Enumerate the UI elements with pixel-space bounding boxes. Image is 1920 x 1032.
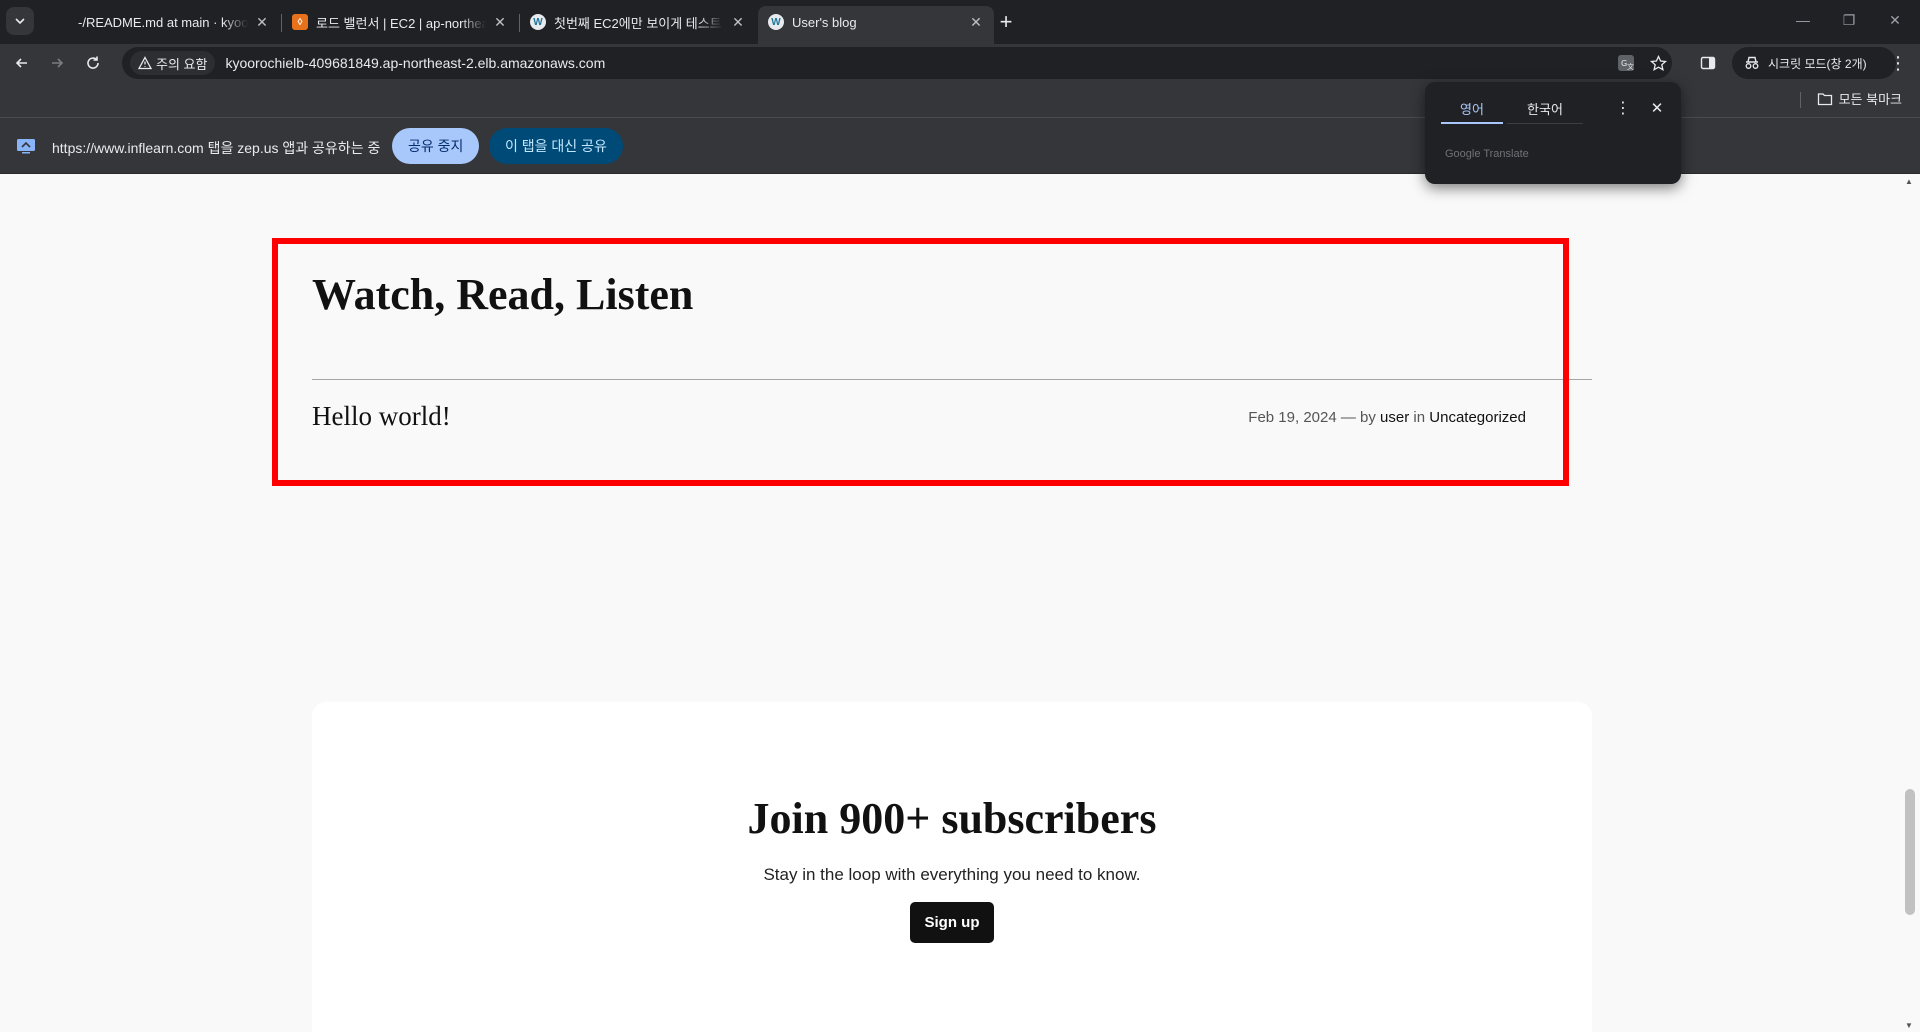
minimize-icon: — — [1796, 12, 1810, 28]
scrollbar-thumb[interactable] — [1905, 789, 1915, 915]
tab-title: -/README.md at main · kyoorochi — [78, 14, 248, 30]
close-window-button[interactable]: ✕ — [1872, 0, 1918, 40]
page-content: Watch, Read, Listen Hello world! Feb 19,… — [0, 175, 1900, 1032]
scrollbar[interactable]: ▲ ▼ — [1900, 175, 1920, 1032]
close-icon[interactable]: ✕ — [968, 14, 984, 30]
tab-users-blog[interactable]: W User's blog ✕ — [758, 6, 994, 44]
restore-button[interactable]: ❐ — [1826, 0, 1872, 40]
arrow-left-icon — [15, 58, 27, 68]
close-icon[interactable]: ✕ — [254, 14, 270, 30]
translate-popup: 영어 한국어 ⋮ ✕ Google Translate — [1425, 82, 1681, 184]
share-this-tab-button[interactable]: 이 탭을 대신 공유 — [489, 128, 623, 164]
all-bookmarks-button[interactable]: 모든 북마크 — [1817, 89, 1902, 108]
tab-title: User's blog — [792, 14, 857, 30]
reload-button[interactable] — [79, 49, 107, 77]
translate-button[interactable]: G文 — [1614, 51, 1638, 75]
tab-source-language[interactable]: 영어 — [1441, 94, 1503, 124]
tab-search-button[interactable] — [6, 7, 34, 35]
tab-ec2-test[interactable]: W 첫번째 EC2에만 보이게 테스트 ✕ — [520, 6, 756, 38]
forward-button[interactable] — [43, 49, 71, 77]
incognito-icon — [1745, 56, 1759, 69]
tab-aws-load-balancer[interactable]: ◊ 로드 밸런서 | EC2 | ap-northeast-2 ✕ — [282, 6, 520, 38]
translate-icon: G文 — [1618, 55, 1634, 71]
plus-icon: + — [999, 9, 1013, 34]
security-chip[interactable]: 주의 요함 — [130, 51, 216, 75]
incognito-chip[interactable]: 시크릿 모드(창 2개) — [1732, 47, 1896, 79]
subscribe-card: Join 900+ subscribers Stay in the loop w… — [312, 702, 1592, 1032]
menu-button[interactable]: ⋮ — [1884, 49, 1912, 77]
close-icon[interactable]: ✕ — [730, 14, 746, 30]
wordpress-icon: W — [768, 14, 784, 30]
divider — [1800, 92, 1801, 108]
side-panel-icon — [1700, 56, 1716, 70]
sharing-message: https://www.inflearn.com 탭을 zep.us 앱과 공유… — [52, 140, 381, 156]
minimize-button[interactable]: — — [1780, 0, 1826, 40]
toolbar: 주의 요함 kyoorochielb-409681849.ap-northeas… — [0, 44, 1920, 82]
scroll-down-arrow-icon[interactable]: ▼ — [1905, 1021, 1913, 1030]
chevron-down-icon — [15, 18, 25, 25]
svg-text:文: 文 — [1627, 62, 1634, 71]
back-button[interactable] — [8, 49, 36, 77]
bookmark-star-button[interactable] — [1646, 51, 1670, 75]
scroll-up-arrow-icon[interactable]: ▲ — [1905, 177, 1913, 186]
stop-sharing-button[interactable]: 공유 중지 — [392, 128, 480, 164]
more-vertical-icon: ⋮ — [1615, 100, 1631, 117]
all-bookmarks-label: 모든 북마크 — [1838, 92, 1902, 107]
address-bar[interactable]: 주의 요함 kyoorochielb-409681849.ap-northeas… — [122, 47, 1672, 79]
google-translate-label: Google Translate — [1445, 148, 1529, 160]
aws-icon: ◊ — [292, 14, 308, 30]
restore-icon: ❐ — [1842, 11, 1856, 28]
subscribe-title: Join 900+ subscribers — [747, 794, 1157, 843]
url-text[interactable]: kyoorochielb-409681849.ap-northeast-2.el… — [225, 55, 605, 71]
close-icon: ✕ — [1650, 100, 1664, 117]
tab-github-readme[interactable]: ● -/README.md at main · kyoorochi ✕ — [44, 6, 282, 38]
tab-list: ● -/README.md at main · kyoorochi ✕ ◊ 로드… — [44, 6, 996, 44]
translate-close-button[interactable]: ✕ — [1645, 96, 1669, 120]
tab-title: 첫번째 EC2에만 보이게 테스트 — [554, 15, 722, 31]
close-icon[interactable]: ✕ — [492, 14, 508, 30]
close-icon: ✕ — [1889, 11, 1901, 28]
tab-target-language[interactable]: 한국어 — [1507, 94, 1583, 124]
more-vertical-icon: ⋮ — [1889, 53, 1907, 73]
highlight-box — [272, 238, 1569, 486]
tab-title: 로드 밸런서 | EC2 | ap-northeast-2 — [316, 15, 486, 31]
side-panel-button[interactable] — [1694, 49, 1722, 77]
new-tab-button[interactable]: + — [992, 8, 1020, 36]
star-icon — [1649, 54, 1667, 71]
translate-options-button[interactable]: ⋮ — [1611, 96, 1635, 120]
folder-icon — [1817, 92, 1832, 105]
tab-strip: ● -/README.md at main · kyoorochi ✕ ◊ 로드… — [0, 0, 1920, 44]
arrow-right-icon — [52, 58, 64, 68]
security-label: 주의 요함 — [156, 56, 208, 72]
warning-icon — [138, 56, 152, 70]
subscribe-text: Stay in the loop with everything you nee… — [763, 865, 1141, 884]
wordpress-icon: W — [530, 14, 546, 30]
github-icon: ● — [54, 14, 70, 30]
sign-up-button[interactable]: Sign up — [910, 902, 994, 943]
screen-share-icon — [17, 139, 35, 154]
reload-icon — [87, 56, 99, 69]
incognito-label: 시크릿 모드(창 2개) — [1768, 56, 1867, 71]
